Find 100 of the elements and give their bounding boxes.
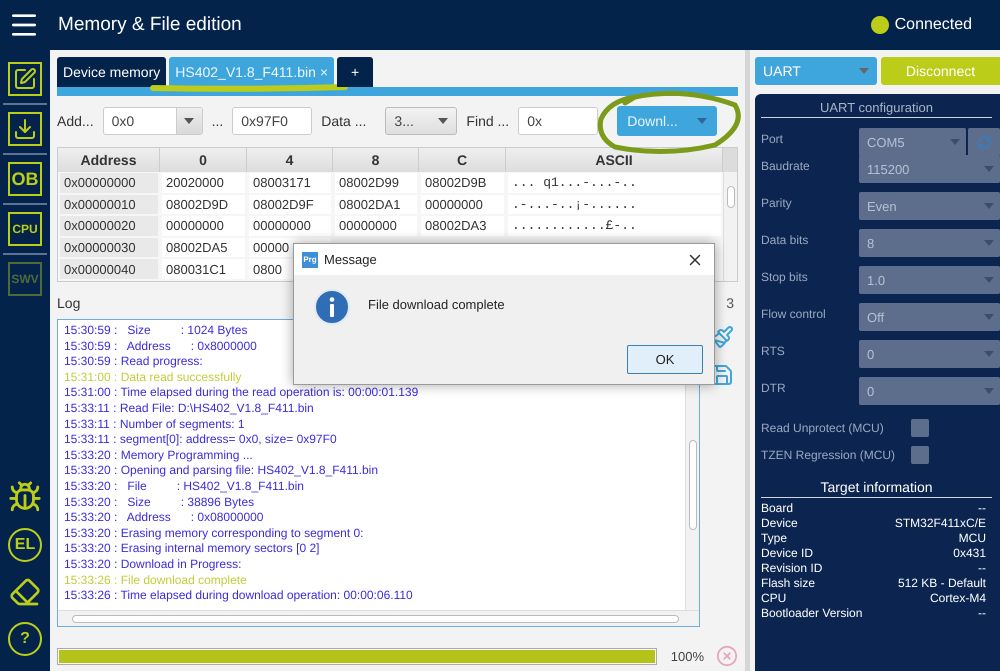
checkbox[interactable]	[911, 446, 929, 464]
log-level[interactable]: 3	[726, 295, 734, 311]
edit-tool[interactable]	[8, 62, 42, 96]
table-cell: 080031C1	[162, 259, 245, 279]
field-label: DTR	[761, 380, 787, 395]
download-tool[interactable]	[8, 112, 42, 146]
pencil-icon	[13, 67, 37, 91]
table-cell: 0x00000020	[60, 216, 158, 236]
info-key: Board	[761, 501, 794, 516]
log-line: 15:33:20 : Download in Progress:	[64, 556, 242, 572]
table-cell: 00000000	[335, 216, 417, 236]
log-line: 15:33:26 : Time elapsed during download operation: 00:00:06.110	[64, 588, 413, 604]
info-icon	[314, 289, 350, 325]
log-line: 15:30:59 : Address : 0x8000000	[64, 338, 257, 354]
table-cell: .-...-..¡-......	[508, 194, 721, 214]
log-line: 15:33:20 : Size : 38896 Bytes	[64, 494, 254, 510]
table-cell: 08003171	[249, 173, 331, 193]
dialog-message: File download complete	[368, 297, 505, 314]
toolbar-label: Find ...	[466, 113, 510, 129]
info-key: Flash size	[761, 576, 816, 591]
info-value: --	[978, 606, 986, 621]
log-line: 15:33:11 : Number of segments: 1	[64, 416, 245, 432]
panel-title: Target information	[761, 476, 992, 498]
caret-icon	[438, 118, 448, 124]
caret-icon	[984, 277, 994, 283]
table-cell: 08002DA1	[335, 194, 417, 214]
cancel-icon[interactable]	[716, 645, 738, 667]
ok-button[interactable]: OK	[627, 345, 703, 374]
field-label: Flow control	[761, 306, 827, 321]
checkbox-label: Read Unprotect (MCU)	[761, 420, 885, 434]
checkbox-label: TZEN Regression (MCU)	[761, 448, 896, 462]
log-title: Log	[57, 295, 80, 311]
field-label: Parity	[761, 195, 793, 210]
sidebar-tool[interactable]: ?	[8, 622, 42, 656]
field-label: Baudrate	[761, 158, 811, 173]
scrollbar[interactable]	[723, 172, 737, 281]
log-line: 15:33:20 : Erasing internal memory sectors [0 2]	[64, 541, 320, 557]
tab[interactable]: Device memory	[57, 57, 166, 87]
width-dropdown[interactable]: 3...	[385, 107, 458, 135]
log-line: 15:30:59 : Size : 1024 Bytes	[64, 323, 248, 339]
table-cell: 08002D9F	[249, 194, 331, 214]
info-key: Revision ID	[761, 561, 822, 576]
info-key: Type	[761, 531, 788, 546]
address-combo[interactable]: 0x0	[102, 107, 203, 135]
table-cell: 00000000	[162, 216, 245, 236]
scrollbar[interactable]	[58, 610, 699, 626]
table-cell: 08002D9B	[421, 173, 504, 193]
table-cell: 0x00000000	[60, 173, 158, 193]
bug-icon[interactable]	[8, 480, 42, 514]
eraser-icon[interactable]	[9, 576, 41, 608]
checkbox[interactable]	[911, 418, 929, 436]
caret-icon	[984, 203, 994, 209]
log-line: 15:31:00 : Time elapsed during the read operation is: 00:00:01.139	[64, 385, 418, 401]
table-cell: 00000000	[421, 194, 504, 214]
table-cell: 08002D99	[335, 173, 417, 193]
caret-icon	[184, 118, 194, 124]
info-value: MCU	[958, 531, 986, 546]
column-header: C	[419, 148, 506, 172]
table-cell: 08002DA5	[162, 238, 245, 258]
log-line: 15:33:26 : File download complete	[64, 572, 247, 588]
sidebar-tool[interactable]: OB	[8, 162, 42, 196]
sidebar-tool[interactable]: CPU	[8, 212, 42, 246]
caret-icon	[984, 240, 994, 246]
log-line: 15:33:20 : File : HS402_V1.8_F411.bin	[64, 478, 304, 495]
table-cell: 20020000	[162, 173, 245, 193]
caret-icon	[950, 139, 960, 145]
table-cell: 08002D9D	[162, 194, 245, 214]
caret-icon	[984, 351, 994, 357]
input-field[interactable]: 0x	[518, 107, 598, 135]
log-line: 15:33:11 : segment[0]: address= 0x0, size= 0x97F0	[64, 432, 337, 448]
log-line: 15:33:20 : Erasing memory corresponding to segment 0:	[64, 526, 364, 542]
interface-dropdown[interactable]: UART	[755, 57, 877, 85]
column-header: 4	[247, 148, 333, 172]
field-label: Port	[761, 131, 784, 146]
info-key: Device ID	[761, 546, 814, 561]
info-value: --	[978, 561, 986, 576]
connection-status: Connected	[894, 16, 972, 34]
disconnect-button[interactable]: Disconnect	[881, 57, 1000, 85]
info-value: 512 KB - Default	[898, 576, 986, 591]
info-value: --	[978, 501, 986, 516]
sidebar-tool[interactable]: EL	[8, 528, 42, 562]
input-field[interactable]: 0x97F0	[232, 107, 312, 135]
column-header: 8	[333, 148, 419, 172]
panel-title: UART configuration	[761, 97, 992, 118]
table-cell: ............£-..	[508, 216, 721, 236]
tab[interactable]: HS402_V1.8_F411.bin ×	[169, 57, 334, 87]
field-label: RTS	[761, 343, 786, 358]
column-header: Address	[58, 148, 160, 172]
log-line: 15:33:11 : Read File: D:\HS402_V1.8_F411.bin	[64, 400, 314, 417]
tab[interactable]: +	[337, 57, 374, 87]
download-button[interactable]: Downl...	[617, 106, 718, 136]
toolbar-label: Add...	[57, 113, 94, 129]
table-cell: 0x00000030	[60, 238, 158, 258]
log-line: 15:31:00 : Data read successfully	[64, 370, 242, 386]
info-value: STM32F411xC/E	[894, 516, 986, 531]
log-line: 15:33:20 : Opening and parsing file: HS402_V1.8_F411.bin	[64, 463, 378, 479]
table-cell: 00000000	[249, 216, 331, 236]
info-key: CPU	[761, 591, 786, 606]
toolbar-label: ...	[212, 113, 224, 129]
log-line: 15:33:20 : Address : 0x08000000	[64, 510, 264, 526]
